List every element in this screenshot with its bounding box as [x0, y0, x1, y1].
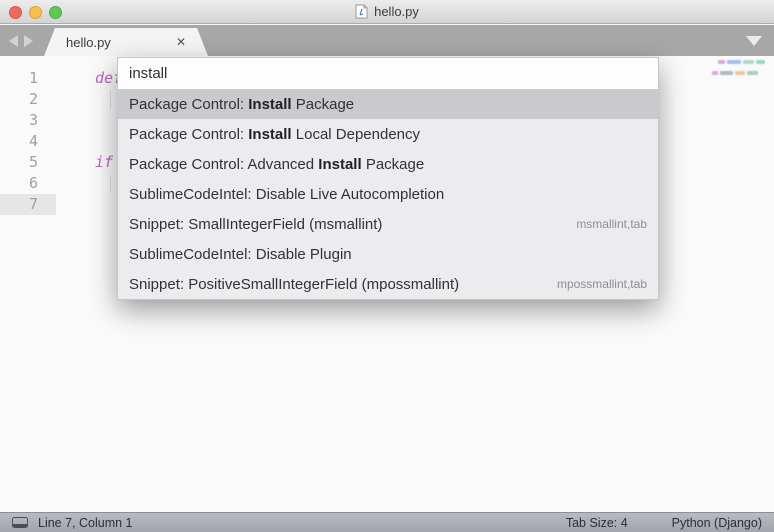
minimap-segment: [747, 71, 758, 75]
sublime-text-window: hello.py hello.py ✕ 1def 2345if _67 Pack…: [0, 0, 774, 532]
minimap-line: [718, 60, 765, 64]
palette-row-label: SublimeCodeIntel: Disable Plugin: [129, 246, 352, 263]
code-line[interactable]: [56, 173, 95, 194]
window-title: hello.py: [374, 4, 419, 19]
tab-hello-py[interactable]: hello.py ✕: [44, 28, 208, 56]
minimap-segment: [727, 60, 741, 64]
minimap-segment: [756, 60, 765, 64]
zoom-window-button[interactable]: [49, 6, 62, 19]
code-line[interactable]: [56, 131, 95, 152]
tab-nav-arrows: [9, 35, 33, 47]
tab-close-icon[interactable]: ✕: [176, 35, 186, 49]
palette-row-label: Snippet: PositiveSmallIntegerField (mpos…: [129, 276, 459, 293]
minimap-segment: [720, 71, 733, 75]
line-number[interactable]: 3: [0, 110, 56, 131]
code-line[interactable]: [56, 194, 95, 215]
minimize-window-button[interactable]: [29, 6, 42, 19]
line-number[interactable]: 2: [0, 89, 56, 110]
indent-guide: [110, 91, 111, 109]
code-line[interactable]: [56, 110, 95, 131]
palette-row[interactable]: Package Control: Install Local Dependenc…: [118, 119, 658, 149]
code-line[interactable]: def: [56, 68, 122, 89]
tab-overflow-menu-icon[interactable]: [746, 36, 762, 46]
palette-row[interactable]: Snippet: SmallIntegerField (msmallint) ms…: [118, 209, 658, 239]
status-bar: Line 7, Column 1 Tab Size: 4 Python (Dja…: [0, 512, 774, 532]
close-window-button[interactable]: [9, 6, 22, 19]
line-number[interactable]: 5: [0, 152, 56, 173]
palette-row[interactable]: Package Control: Advanced Install Packag…: [118, 149, 658, 179]
command-palette-results: Package Control: Install Package Package …: [118, 89, 658, 299]
back-icon[interactable]: [9, 35, 18, 47]
indent-guide: [110, 175, 111, 193]
cursor-position: Line 7, Column 1: [38, 516, 133, 530]
tab-size-indicator[interactable]: Tab Size: 4: [566, 516, 628, 530]
palette-row[interactable]: SublimeCodeIntel: Disable Plugin: [118, 239, 658, 269]
palette-row[interactable]: Package Control: Install Package: [118, 89, 658, 119]
code-line[interactable]: [56, 89, 95, 110]
tab-label: hello.py: [66, 35, 111, 50]
palette-row-label: SublimeCodeIntel: Disable Live Autocompl…: [129, 186, 444, 203]
window-title-group: hello.py: [355, 4, 419, 19]
minimap-line: [712, 71, 758, 75]
title-bar: hello.py: [0, 0, 774, 24]
tab-bar: hello.py ✕: [0, 25, 774, 56]
line-number[interactable]: 1: [0, 68, 56, 89]
palette-row-label: Snippet: SmallIntegerField (msmallint): [129, 216, 382, 233]
line-number[interactable]: 6: [0, 173, 56, 194]
palette-row-label: Package Control: Advanced Install Packag…: [129, 156, 424, 173]
minimap-segment: [735, 71, 745, 75]
palette-row-label: Package Control: Install Package: [129, 96, 354, 113]
line-number[interactable]: 4: [0, 131, 56, 152]
minimap-segment: [743, 60, 754, 64]
command-palette: Package Control: Install Package Package …: [117, 57, 659, 300]
minimap-segment: [718, 60, 725, 64]
forward-icon[interactable]: [24, 35, 33, 47]
syntax-indicator[interactable]: Python (Django): [672, 516, 762, 530]
minimap[interactable]: [700, 57, 764, 91]
line-number[interactable]: 7: [0, 194, 56, 215]
palette-row-hint: msmallint,tab: [576, 217, 647, 231]
palette-row[interactable]: SublimeCodeIntel: Disable Live Autocompl…: [118, 179, 658, 209]
status-left: Line 7, Column 1: [12, 516, 133, 530]
status-right: Tab Size: 4 Python (Django): [566, 516, 762, 530]
traffic-lights: [9, 6, 62, 19]
palette-row[interactable]: Snippet: PositiveSmallIntegerField (mpos…: [118, 269, 658, 299]
minimap-segment: [712, 71, 718, 75]
command-palette-input[interactable]: [118, 58, 658, 89]
document-icon: [355, 4, 368, 19]
palette-row-label: Package Control: Install Local Dependenc…: [129, 126, 420, 143]
panel-switcher-icon[interactable]: [12, 517, 28, 528]
palette-row-hint: mpossmallint,tab: [557, 277, 647, 291]
